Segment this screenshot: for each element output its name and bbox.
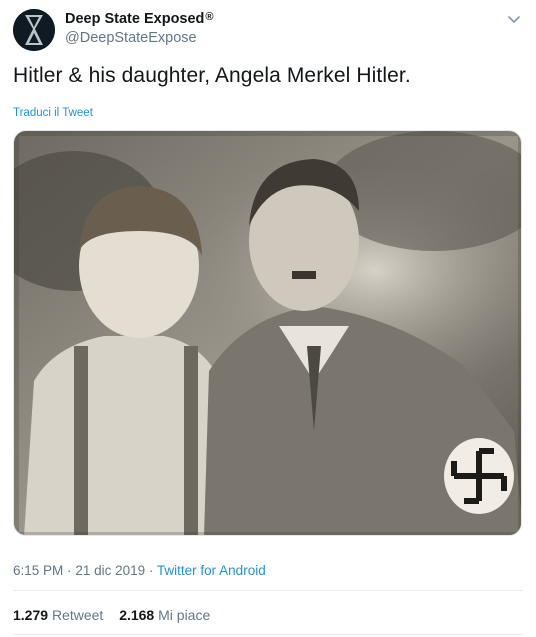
retweets-label: Retweet: [51, 607, 104, 623]
likes-stat[interactable]: 2.168 Mi piace: [119, 607, 210, 623]
tweet-media-photo[interactable]: [13, 130, 522, 536]
profile-avatar[interactable]: [13, 9, 55, 51]
retweets-stat[interactable]: 1.279 Retweet: [13, 607, 107, 623]
divider: [13, 634, 523, 635]
tweet-source-link[interactable]: Twitter for Android: [157, 563, 266, 578]
registered-mark: ®: [205, 11, 214, 23]
author-display-name[interactable]: Deep State Exposed®: [65, 11, 214, 27]
author-handle[interactable]: @DeepStateExpose: [65, 30, 197, 46]
hourglass-silhouette-avatar-icon: [13, 9, 55, 51]
tweet-date[interactable]: 21 dic 2019: [75, 563, 145, 578]
tweet-time[interactable]: 6:15 PM: [13, 563, 63, 578]
tweet-stats: 1.279 Retweet 2.168 Mi piace: [13, 607, 210, 623]
separator-dot: ·: [148, 563, 154, 578]
tweet-text: Hitler & his daughter, Angela Merkel Hit…: [13, 64, 411, 87]
divider: [13, 590, 523, 591]
display-name-text: Deep State Exposed: [65, 11, 205, 27]
separator-dot: ·: [67, 563, 72, 578]
translate-tweet-link[interactable]: Traduci il Tweet: [13, 107, 93, 119]
likes-label: Mi piace: [158, 607, 211, 623]
likes-count: 2.168: [119, 607, 155, 623]
tweet-timestamp-line: 6:15 PM · 21 dic 2019 · Twitter for Andr…: [13, 563, 266, 578]
chevron-down-icon[interactable]: [505, 10, 523, 28]
sepia-photo-icon: [14, 131, 521, 535]
retweets-count: 1.279: [13, 607, 49, 623]
